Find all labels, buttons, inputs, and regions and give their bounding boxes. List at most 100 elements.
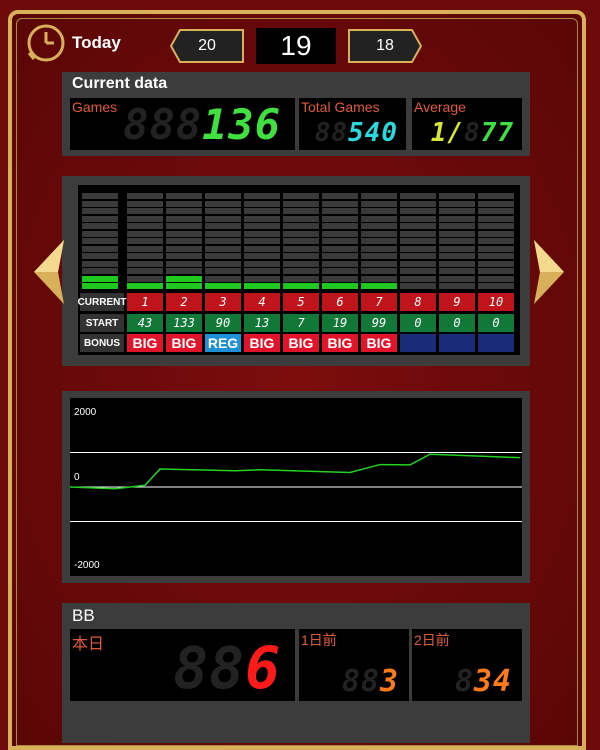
y-tick-top: 2000 [74, 407, 97, 418]
bar-segment [478, 238, 514, 244]
bar-segment [322, 193, 358, 199]
bar-segment [400, 275, 436, 282]
start-cell: 19 [322, 314, 358, 332]
bar-segment [82, 283, 118, 289]
current-cell: 4 [244, 293, 280, 311]
current-row-label: CURRENT [78, 293, 126, 311]
bar-segment [322, 253, 358, 259]
bar-segment [400, 200, 436, 207]
games-label: Games [72, 99, 118, 115]
bar-segment [244, 268, 280, 274]
bar-segment [82, 208, 118, 214]
bar-segment [205, 253, 241, 259]
bar-segment [127, 193, 163, 199]
bar-segment [361, 283, 397, 289]
bar-segment [283, 200, 319, 207]
bar-segment [82, 230, 118, 237]
next-day-button[interactable]: 18 [348, 29, 422, 63]
bar-segment [400, 215, 436, 222]
bar-segment [361, 253, 397, 259]
bar-segment [439, 268, 475, 274]
bar-segment [166, 245, 202, 252]
bar-segment [439, 193, 475, 199]
bar-segment [283, 268, 319, 274]
bar-segment [478, 260, 514, 267]
bonus-cell: BIG [322, 334, 358, 352]
bar-segment [166, 260, 202, 267]
bar-segment [400, 223, 436, 229]
bar-segment [244, 275, 280, 282]
bar-segment [205, 268, 241, 274]
bar-segment [283, 275, 319, 282]
bar-segment [361, 223, 397, 229]
left-arrow-icon[interactable] [32, 240, 66, 304]
bar-segment [127, 200, 163, 207]
current-cell: 10 [478, 293, 514, 311]
bar-segment [127, 260, 163, 267]
bar-segment [322, 208, 358, 214]
bar-segment [361, 245, 397, 252]
bar-segment [82, 193, 118, 199]
bar-segment [283, 245, 319, 252]
bar-segment [127, 215, 163, 222]
bonus-cell: REG [205, 334, 241, 352]
bar-segment [82, 260, 118, 267]
bar-segment [439, 245, 475, 252]
bar-segment [478, 208, 514, 214]
bar-segment [400, 260, 436, 267]
current-cell: 1 [127, 293, 163, 311]
bar-segment [478, 275, 514, 282]
bar-segment [127, 223, 163, 229]
bar-segment [361, 268, 397, 274]
bar-segment [205, 283, 241, 289]
bonus-cell: BIG [283, 334, 319, 352]
bar-segment [439, 260, 475, 267]
bar-segment [166, 275, 202, 282]
bb-day2-label: 2日前 [414, 632, 450, 648]
bar-segment [439, 223, 475, 229]
bar-segment [400, 193, 436, 199]
bar-segment [322, 260, 358, 267]
bonus-row-label: BONUS [80, 334, 124, 352]
total-games-display: 88540 [314, 118, 398, 148]
bar-segment [361, 230, 397, 237]
right-arrow-icon[interactable] [532, 240, 566, 304]
bar-segment [205, 238, 241, 244]
bar-segment [400, 283, 436, 289]
y-tick-bottom: -2000 [74, 560, 100, 571]
y-tick-zero: 0 [74, 472, 80, 483]
bar-segment [478, 268, 514, 274]
current-cell: 9 [439, 293, 475, 311]
bar-segment [283, 215, 319, 222]
bar-segment [400, 230, 436, 237]
bonus-cell: BIG [244, 334, 280, 352]
total-games-label: Total Games [301, 99, 380, 115]
bar-segment [127, 230, 163, 237]
prev-day-button[interactable]: 20 [170, 29, 244, 63]
bar-segment [82, 253, 118, 259]
bb-day2-box: 2日前 834 [412, 629, 522, 701]
bar-segment [361, 193, 397, 199]
bar-segment [127, 275, 163, 282]
average-label: Average [414, 99, 466, 115]
bar-segment [244, 245, 280, 252]
current-cell: 5 [283, 293, 319, 311]
bar-segment [244, 238, 280, 244]
bar-segment [439, 230, 475, 237]
bb-title: BB [72, 606, 95, 625]
bar-segment [322, 223, 358, 229]
bar-segment [283, 230, 319, 237]
bar-segment [244, 208, 280, 214]
current-cell: 7 [361, 293, 397, 311]
total-games-box: Total Games 88540 [299, 98, 406, 150]
bar-segment [205, 260, 241, 267]
clock-icon [27, 24, 65, 62]
start-cell: 0 [439, 314, 475, 332]
bar-segment [82, 200, 118, 207]
start-cell: 7 [283, 314, 319, 332]
bb-today-box: 本日 886 [70, 629, 295, 701]
bar-segment [166, 208, 202, 214]
current-data-title: Current data [72, 75, 168, 92]
bb-day1-box: 1日前 883 [299, 629, 409, 701]
average-box: Average 1/877 [412, 98, 522, 150]
